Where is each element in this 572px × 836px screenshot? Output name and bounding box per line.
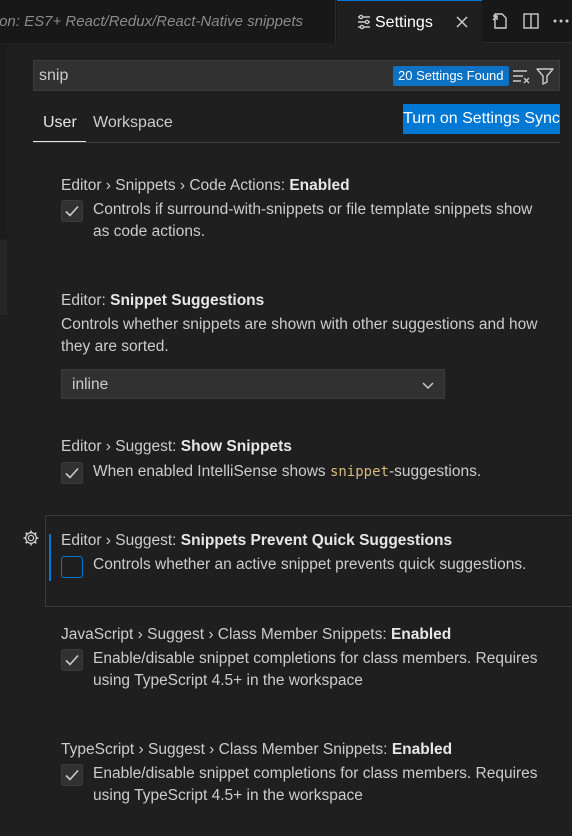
chevron-down-icon <box>420 377 436 393</box>
tab-label: Settings <box>375 14 433 31</box>
dropdown-value: inline <box>72 376 109 393</box>
search-input[interactable]: snip <box>39 67 68 85</box>
setting-title: Editor › Suggest: Show Snippets <box>61 438 292 455</box>
check-icon <box>65 205 79 217</box>
setting-description: Controls if surround-with-snippets or fi… <box>93 201 533 218</box>
setting-title: Editor › Suggest: Snippets Prevent Quick… <box>61 532 453 549</box>
setting-description: Controls whether an active snippet preve… <box>93 556 527 573</box>
settings-file-icon <box>356 14 372 30</box>
filter-icon[interactable] <box>535 66 555 86</box>
setting-checkbox[interactable] <box>61 764 83 786</box>
setting-description: using TypeScript 4.5+ in the workspace <box>93 672 363 689</box>
check-icon <box>65 467 79 479</box>
setting-checkbox[interactable] <box>61 462 83 484</box>
sidebar-selection <box>0 240 7 315</box>
tab-label: on: ES7+ React/Redux/React-Native snippe… <box>0 13 303 30</box>
turn-on-settings-sync-button[interactable]: Turn on Settings Sync <box>403 104 560 134</box>
setting-description: Enable/disable snippet completions for c… <box>93 650 538 667</box>
setting-description: using TypeScript 4.5+ in the workspace <box>93 787 363 804</box>
tab-settings[interactable]: Settings <box>337 0 482 44</box>
setting-description: Enable/disable snippet completions for c… <box>93 765 538 782</box>
active-tab-indicator <box>33 141 86 142</box>
inline-code: snippet <box>329 464 389 480</box>
check-icon <box>65 769 79 781</box>
gear-icon[interactable] <box>21 528 41 548</box>
check-icon <box>65 654 79 666</box>
setting-description: they are sorted. <box>61 338 169 355</box>
setting-checkbox[interactable] <box>61 649 83 671</box>
setting-title: Editor: Snippet Suggestions <box>61 292 265 309</box>
focus-indicator <box>49 534 51 581</box>
clear-filter-icon[interactable] <box>511 66 531 86</box>
editor-tab-bar: on: ES7+ React/Redux/React-Native snippe… <box>0 0 572 44</box>
tab-user[interactable]: User <box>43 114 77 132</box>
setting-checkbox[interactable] <box>61 556 83 578</box>
setting-description: When enabled IntelliSense shows snippet-… <box>93 463 482 480</box>
open-settings-json-icon[interactable] <box>490 11 510 31</box>
setting-title: JavaScript › Suggest › Class Member Snip… <box>61 626 452 643</box>
setting-description: Controls whether snippets are shown with… <box>61 316 538 333</box>
setting-title: Editor › Snippets › Code Actions: Enable… <box>61 177 350 194</box>
setting-checkbox[interactable] <box>61 200 83 222</box>
close-icon[interactable] <box>452 12 472 32</box>
snippet-suggestions-dropdown[interactable]: inline <box>61 369 445 399</box>
tab-workspace[interactable]: Workspace <box>93 114 173 132</box>
setting-description: as code actions. <box>93 223 206 240</box>
more-actions-icon[interactable] <box>551 11 571 31</box>
sidebar-edge <box>0 44 7 239</box>
setting-title: TypeScript › Suggest › Class Member Snip… <box>61 741 453 758</box>
settings-search-box[interactable]: snip 20 Settings Found <box>33 60 560 91</box>
split-editor-icon[interactable] <box>521 11 541 31</box>
settings-found-badge: 20 Settings Found <box>393 66 509 86</box>
tab-es7-snippets[interactable]: on: ES7+ React/Redux/React-Native snippe… <box>0 0 336 43</box>
